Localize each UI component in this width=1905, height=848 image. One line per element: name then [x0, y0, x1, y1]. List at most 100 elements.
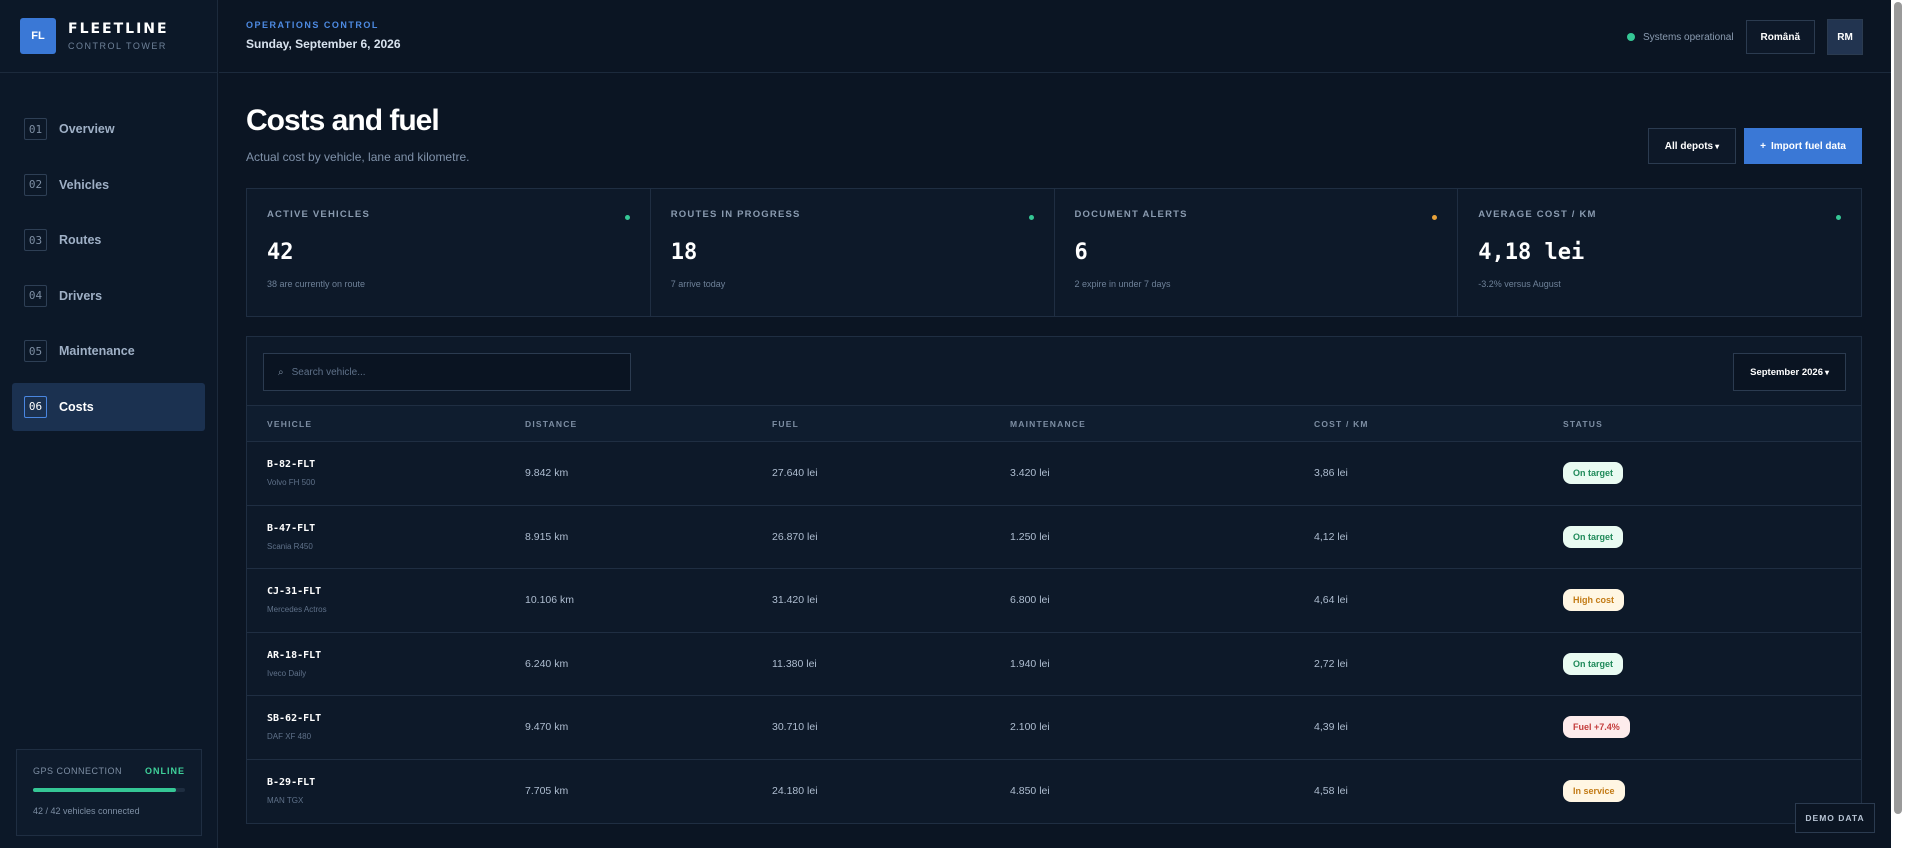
column-header-cost-km[interactable]: COST / KM — [1314, 419, 1563, 429]
nav-number: 04 — [24, 284, 47, 307]
depots-label: All depots — [1664, 140, 1714, 152]
sidebar-item-maintenance[interactable]: 05 Maintenance — [12, 327, 205, 375]
status-badge: On target — [1563, 652, 1624, 675]
sidebar-item-routes[interactable]: 03 Routes — [12, 216, 205, 264]
sidebar-nav: 01 Overview 02 Vehicles 03 Routes 04 Dri… — [0, 73, 217, 431]
scrollbar[interactable] — [1891, 0, 1905, 848]
kpi-note: 38 are currently on route — [267, 279, 366, 289]
maintenance-cell: 3.420 lei — [1010, 467, 1050, 480]
top-header: OPERATIONS CONTROL Sunday, September 6, … — [219, 0, 1905, 73]
column-header-status[interactable]: STATUS — [1563, 419, 1861, 429]
cost-km-cell: 3,86 lei — [1314, 467, 1348, 480]
kpi-label: DOCUMENT ALERTS — [1074, 209, 1188, 220]
gps-progress-fill — [33, 788, 176, 792]
status-badge: Fuel +7.4% — [1563, 716, 1630, 739]
vehicle-id[interactable]: SB-62-FLT — [267, 713, 525, 724]
nav-label: Costs — [59, 399, 94, 414]
cost-km-cell: 4,58 lei — [1314, 785, 1348, 798]
nav-label: Maintenance — [59, 344, 135, 358]
status-dot-icon — [1836, 215, 1841, 220]
cost-km-cell: 4,39 lei — [1314, 721, 1348, 734]
table-row[interactable]: B-29-FLT MAN TGX 7.705 km 24.180 lei 4.85… — [247, 760, 1861, 824]
sidebar-item-vehicles[interactable]: 02 Vehicles — [12, 161, 205, 209]
table-row[interactable]: B-47-FLT Scania R450 8.915 km 26.870 lei … — [247, 506, 1861, 569]
nav-number: 01 — [24, 118, 47, 140]
kpi-card: ROUTES IN PROGRESS 18 7 arrive today — [651, 189, 1055, 316]
column-header-maintenance[interactable]: MAINTENANCE — [1010, 419, 1314, 429]
column-header-fuel[interactable]: FUEL — [772, 419, 1010, 429]
cost-table-card: ⌕ September 2026▾ VEHICLE DISTANCE FUEL … — [246, 336, 1862, 824]
vehicle-id[interactable]: B-29-FLT — [267, 777, 525, 788]
header-kicker: OPERATIONS CONTROL — [246, 20, 379, 30]
depots-dropdown[interactable]: All depots ▾ — [1647, 128, 1737, 164]
kpi-note: 2 expire in under 7 days — [1074, 279, 1171, 289]
fuel-cell: 24.180 lei — [772, 785, 818, 798]
distance-cell: 8.915 km — [525, 530, 569, 543]
vehicle-id[interactable]: B-82-FLT — [267, 459, 525, 470]
distance-cell: 9.842 km — [525, 467, 569, 480]
nav-label: Vehicles — [59, 177, 110, 192]
status-badge: On target — [1563, 525, 1624, 548]
search-box[interactable]: ⌕ — [263, 353, 631, 391]
page-actions: All depots ▾ + Import fuel data — [1647, 128, 1862, 164]
vehicle-model: DAF XF 480 — [267, 732, 312, 742]
fuel-cell: 11.380 lei — [772, 657, 817, 670]
search-input[interactable] — [291, 366, 612, 378]
distance-cell: 10.106 km — [525, 594, 575, 607]
search-icon: ⌕ — [278, 366, 284, 378]
sidebar-item-drivers[interactable]: 04 Drivers — [12, 272, 205, 320]
kpi-value: 18 — [670, 240, 698, 265]
vehicle-id[interactable]: CJ-31-FLT — [267, 586, 525, 597]
table-header: VEHICLE DISTANCE FUEL MAINTENANCE COST /… — [247, 406, 1861, 442]
status-dot-icon — [624, 215, 630, 220]
kpi-value: 42 — [267, 240, 294, 265]
vehicle-model: Scania R450 — [267, 541, 313, 551]
table-row[interactable]: B-82-FLT Volvo FH 500 9.842 km 27.640 lei… — [247, 442, 1861, 506]
distance-cell: 9.470 km — [525, 721, 569, 734]
kpi-label: ACTIVE VEHICLES — [267, 209, 370, 220]
table-row[interactable]: AR-18-FLT Iveco Daily 6.240 km 11.380 lei… — [247, 633, 1861, 696]
status-dot-icon — [1028, 215, 1034, 220]
cost-km-cell: 4,12 lei — [1314, 530, 1348, 543]
nav-number: 06 — [24, 395, 47, 418]
nav-number: 05 — [24, 340, 47, 362]
kpi-card: DOCUMENT ALERTS 6 2 expire in under 7 da… — [1055, 189, 1459, 316]
gps-progress-bar — [33, 788, 185, 792]
column-header-distance[interactable]: DISTANCE — [525, 419, 772, 429]
demo-data-badge[interactable]: DEMO DATA — [1795, 803, 1875, 833]
language-button[interactable]: Română — [1745, 20, 1815, 54]
chevron-down-icon: ▾ — [1824, 367, 1829, 377]
header-date: Sunday, September 6, 2026 — [246, 37, 401, 51]
vehicle-model: Volvo FH 500 — [267, 478, 316, 488]
gps-status: ONLINE — [144, 766, 185, 776]
maintenance-cell: 2.100 lei — [1010, 721, 1050, 734]
brand-logo[interactable]: FL — [20, 18, 56, 54]
sidebar: FL FLEETLINE CONTROL TOWER 01 Overview 0… — [0, 0, 218, 848]
gps-connection-card: GPS CONNECTION ONLINE 42 / 42 vehicles c… — [16, 749, 202, 836]
maintenance-cell: 4.850 lei — [1010, 785, 1050, 798]
import-fuel-data-button[interactable]: + Import fuel data — [1744, 128, 1862, 164]
vehicle-id[interactable]: B-47-FLT — [267, 523, 525, 534]
kpi-card: ACTIVE VEHICLES 42 38 are currently on r… — [247, 189, 651, 316]
scrollbar-thumb[interactable] — [1894, 2, 1902, 814]
page-title: Costs and fuel — [246, 104, 440, 137]
distance-cell: 7.705 km — [525, 785, 569, 798]
cost-km-cell: 4,64 lei — [1314, 594, 1348, 607]
chevron-down-icon: ▾ — [1715, 141, 1720, 151]
kpi-strip: ACTIVE VEHICLES 42 38 are currently on r… — [246, 188, 1862, 317]
status-badge: High cost — [1563, 589, 1625, 612]
sidebar-item-overview[interactable]: 01 Overview — [12, 105, 205, 153]
month-dropdown[interactable]: September 2026 ▾ — [1733, 353, 1846, 391]
avatar[interactable]: RM — [1827, 19, 1863, 55]
page-subtitle: Actual cost by vehicle, lane and kilomet… — [246, 150, 470, 164]
nav-label: Drivers — [59, 288, 103, 303]
maintenance-cell: 1.250 lei — [1010, 530, 1050, 543]
vehicle-id[interactable]: AR-18-FLT — [267, 650, 525, 661]
fuel-cell: 30.710 lei — [772, 721, 818, 734]
table-row[interactable]: CJ-31-FLT Mercedes Actros 10.106 km 31.42… — [247, 569, 1861, 633]
table-row[interactable]: SB-62-FLT DAF XF 480 9.470 km 30.710 lei … — [247, 696, 1861, 760]
import-label: Import fuel data — [1770, 140, 1846, 152]
column-header-vehicle[interactable]: VEHICLE — [247, 419, 525, 429]
gps-note: 42 / 42 vehicles connected — [33, 806, 140, 816]
sidebar-item-costs[interactable]: 06 Costs — [12, 382, 205, 431]
